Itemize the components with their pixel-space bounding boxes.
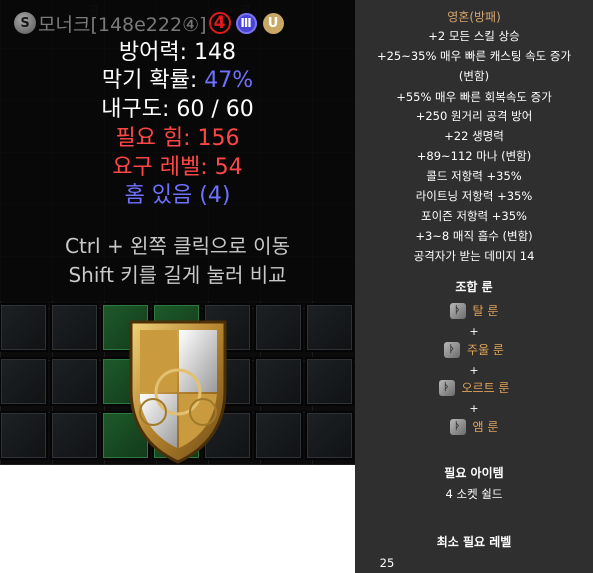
block-label: 막기 확률:	[101, 68, 205, 93]
inventory-cell[interactable]	[50, 357, 99, 406]
runeword-recipe-panel: 영혼(방패) +2 모든 스킬 상승 +25~35% 매우 빠른 캐스팅 속도 …	[355, 0, 593, 573]
defense-label: 방어력:	[118, 40, 195, 65]
item-title-row: S 모너크[148e222④] 4 Ⅲ U	[14, 9, 284, 37]
socket-count-badge: 4	[208, 12, 231, 34]
plus-sign: +	[469, 364, 479, 377]
runeword-icon: S	[14, 12, 36, 34]
sockets-stat: 홈 있음 (4)	[124, 183, 231, 208]
defense-value: 148	[194, 40, 237, 65]
recipe-property: 라이트닝 저항력 +35%	[415, 189, 533, 203]
rune-icon: ᚦ	[444, 341, 461, 358]
recipe-property: 포이즌 저항력 +35%	[421, 209, 527, 223]
rune-icon: ᚦ	[449, 418, 466, 435]
inventory-cell[interactable]	[305, 357, 354, 406]
min-level-value: 25	[379, 556, 395, 570]
item-title: 모너크[148e222④]	[38, 13, 207, 36]
recipe-property: +89~112 마나 (변함)	[416, 149, 532, 163]
tier-badge-icon: Ⅲ	[235, 12, 257, 34]
recipe-property: +3~8 매직 흡수 (변함)	[415, 229, 533, 243]
rune-icon: ᚦ	[438, 379, 455, 396]
inventory-cell[interactable]	[254, 357, 303, 406]
rune-name: 오르트 룬	[461, 381, 510, 395]
item-tooltip: S 모너크[148e222④] 4 Ⅲ U 방어력: 148 막기 확률: 47…	[0, 0, 355, 301]
rune-name: 주울 룬	[467, 343, 504, 357]
required-strength: 필요 힘: 156	[115, 126, 240, 151]
plus-sign: +	[469, 325, 479, 338]
recipe-property: +55% 매우 빠른 회복속도 증가	[396, 90, 552, 104]
inventory-cell[interactable]	[0, 303, 48, 352]
recipe-property: (변함)	[458, 69, 490, 83]
block-stat: 막기 확률: 47%	[0, 67, 355, 95]
inventory-cell[interactable]	[50, 411, 99, 460]
game-panel: 골 골 S 모너크[148e222④] 4 Ⅲ	[0, 0, 355, 465]
inventory-cell[interactable]	[254, 303, 303, 352]
inventory-cell[interactable]	[50, 303, 99, 352]
inventory-cell[interactable]	[305, 411, 354, 460]
recipe-property: +22 생명력	[444, 129, 504, 143]
rune-entry[interactable]: ᚦ 주울 룬	[355, 341, 593, 358]
inventory-cell[interactable]	[0, 357, 48, 406]
recipe-property: 콜드 저항력 +35%	[426, 169, 522, 183]
rune-name: 앰 룬	[472, 420, 499, 434]
required-item: 4 소켓 쉴드	[445, 487, 503, 501]
hint-shift-compare: Shift 키를 길게 눌러 비교	[68, 263, 287, 287]
unique-badge-icon: U	[262, 12, 284, 34]
rune-entry[interactable]: ᚦ 오르트 룬	[355, 379, 593, 396]
rune-entry[interactable]: ᚦ 탈 룬	[355, 302, 593, 319]
inventory-cell[interactable]	[0, 411, 48, 460]
combo-runes-header: 조합 룬	[455, 280, 493, 294]
recipe-title: 영혼(방패)	[447, 10, 501, 24]
rune-entry[interactable]: ᚦ 앰 룬	[355, 418, 593, 435]
min-level-header: 최소 필요 레벨	[436, 535, 512, 549]
hint-ctrl-click: Ctrl + 왼쪽 클릭으로 이동	[65, 234, 290, 258]
block-value: 47%	[204, 68, 254, 93]
recipe-property: +2 모든 스킬 상승	[428, 29, 520, 43]
recipe-property: 공격자가 받는 데미지 14	[413, 249, 535, 263]
required-item-header: 필요 아이템	[444, 466, 504, 480]
rune-icon: ᚦ	[449, 302, 466, 319]
defense-stat: 방어력: 148	[0, 39, 355, 67]
rune-name: 탈 룬	[472, 304, 499, 318]
inventory-cell[interactable]	[305, 303, 354, 352]
required-level: 요구 레벨: 54	[112, 155, 243, 180]
recipe-property: +25~35% 매우 빠른 캐스팅 속도 증가	[376, 49, 572, 63]
durability-stat: 내구도: 60 / 60	[101, 97, 254, 122]
shield-item-icon[interactable]	[125, 300, 231, 465]
plus-sign: +	[469, 402, 479, 415]
recipe-property: +250 원거리 공격 방어	[415, 109, 533, 123]
inventory-cell[interactable]	[254, 411, 303, 460]
